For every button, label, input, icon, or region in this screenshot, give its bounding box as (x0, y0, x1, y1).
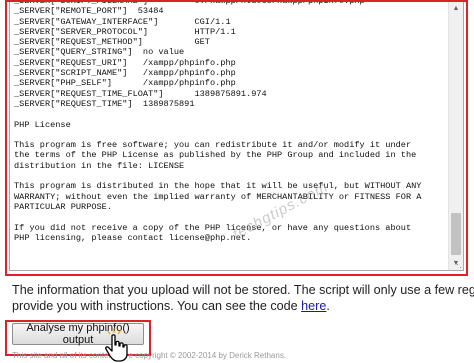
code-link[interactable]: here (301, 299, 326, 313)
info-line-2-text: provide you with instructions. You can s… (12, 299, 302, 313)
copyright-footer: This site and all of its contents are co… (12, 351, 287, 360)
page: _SERVER["SCRIPT_FILENAME"] C:/xampp/htdo… (0, 0, 474, 363)
info-line-2-end: . (326, 299, 330, 313)
info-text: The information that you upload will not… (12, 282, 474, 314)
info-line-2: provide you with instructions. You can s… (12, 298, 474, 314)
hand-pointer-icon (105, 328, 128, 362)
info-line-1: The information that you upload will not… (12, 283, 474, 297)
textarea-highlight-frame (5, 0, 468, 276)
